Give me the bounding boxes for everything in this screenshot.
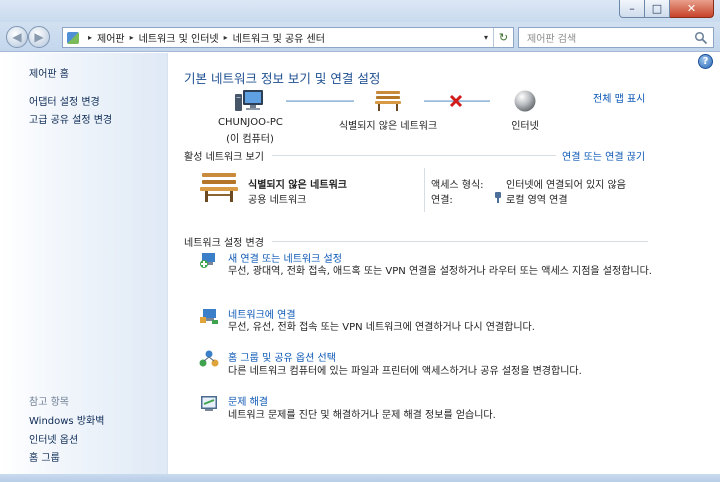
vertical-divider	[424, 168, 425, 212]
connect-network-icon[interactable]	[199, 306, 219, 326]
search-input[interactable]: 제어판 검색	[518, 27, 714, 48]
homegroup-sharing-icon[interactable]	[199, 349, 219, 369]
internet-globe-icon[interactable]	[513, 89, 537, 113]
computer-icon[interactable]	[234, 88, 266, 114]
window-title-bar: – □ ✕	[0, 0, 720, 22]
page-title: 기본 네트워크 정보 보기 및 연결 설정	[184, 71, 381, 86]
active-networks-heading: 활성 네트워크 보기	[184, 152, 264, 163]
bench-network-icon[interactable]	[374, 88, 402, 112]
breadcrumb-separator[interactable]: ▸	[130, 33, 134, 42]
section-divider	[272, 241, 648, 242]
navigation-bar: ◀ ▶ ▸ 제어판 ▸ 네트워크 및 인터넷 ▸ 네트워크 및 공유 센터 ▾ …	[0, 22, 720, 52]
change-settings-heading: 네트워크 설정 변경	[184, 238, 264, 249]
computer-name-label: CHUNJOO-PC	[218, 117, 283, 128]
map-internet-label: 인터넷	[511, 121, 539, 132]
refresh-icon[interactable]: ↻	[493, 28, 513, 47]
ethernet-plug-icon	[495, 192, 501, 203]
sidebar-link-windows-firewall[interactable]: Windows 방화벽	[29, 412, 104, 427]
breadcrumb-separator[interactable]: ▸	[88, 33, 92, 42]
local-area-connection-link[interactable]: 로컬 영역 연결	[506, 191, 568, 206]
sidebar-link-internet-options[interactable]: 인터넷 옵션	[29, 431, 78, 446]
setup-connection-description: 무선, 광대역, 전화 접속, 애드혹 또는 VPN 연결을 설정하거나 라우터…	[228, 266, 652, 277]
sidebar-link-control-panel-home[interactable]: 제어판 홈	[29, 65, 69, 80]
setup-connection-link[interactable]: 새 연결 또는 네트워크 설정	[228, 250, 342, 265]
troubleshoot-description: 네트워크 문제를 진단 및 해결하거나 문제 해결 정보를 얻습니다.	[228, 410, 496, 421]
network-location-type[interactable]: 공용 네트워크	[248, 191, 306, 206]
sidebar-link-advanced-sharing-settings[interactable]: 고급 공유 설정 변경	[29, 111, 112, 126]
connections-label: 연결:	[431, 195, 453, 206]
address-dropdown-icon[interactable]: ▾	[479, 33, 493, 42]
connect-to-network-description: 무선, 유선, 전화 접속 또는 VPN 네트워크에 연결하거나 다시 연결합니…	[228, 322, 535, 333]
search-icon[interactable]	[694, 31, 708, 45]
map-network-label: 식별되지 않은 네트워크	[338, 121, 438, 132]
access-type-value: 인터넷에 연결되어 있지 않음	[506, 180, 626, 191]
see-full-map-link[interactable]: 전체 맵 표시	[593, 90, 645, 105]
breadcrumb-separator[interactable]: ▸	[224, 33, 228, 42]
connect-to-network-link[interactable]: 네트워크에 연결	[228, 306, 296, 321]
troubleshoot-icon[interactable]	[199, 393, 219, 413]
homegroup-sharing-description: 다른 네트워크 컴퓨터에 있는 파일과 프린터에 액세스하거나 공유 설정을 변…	[228, 366, 582, 377]
maximize-button[interactable]: □	[645, 0, 670, 18]
setup-connection-icon[interactable]	[199, 250, 219, 270]
see-also-label: 참고 항목	[29, 397, 69, 408]
back-arrow-icon: ◀	[12, 30, 22, 44]
homegroup-sharing-link[interactable]: 홈 그룹 및 공유 옵션 선택	[228, 349, 336, 364]
disconnected-x-icon	[449, 94, 463, 108]
control-panel-icon	[67, 31, 79, 44]
forward-arrow-icon: ▶	[34, 30, 44, 44]
caption-buttons: – □ ✕	[619, 0, 714, 18]
connection-line	[286, 100, 354, 102]
connect-disconnect-link[interactable]: 연결 또는 연결 끊기	[562, 148, 645, 163]
back-button[interactable]: ◀	[6, 26, 28, 48]
breadcrumb-network-sharing-center[interactable]: 네트워크 및 공유 센터	[233, 30, 325, 45]
bench-network-large-icon[interactable]	[199, 170, 239, 204]
breadcrumb-control-panel[interactable]: 제어판	[97, 30, 125, 45]
close-button[interactable]: ✕	[670, 0, 714, 18]
window-bottom-frame	[0, 474, 720, 482]
minimize-button[interactable]: –	[619, 0, 645, 18]
breadcrumb-network-internet[interactable]: 네트워크 및 인터넷	[139, 30, 219, 45]
section-divider	[272, 155, 556, 156]
address-bar[interactable]: ▸ 제어판 ▸ 네트워크 및 인터넷 ▸ 네트워크 및 공유 센터 ▾ ↻	[62, 27, 514, 48]
access-type-label: 액세스 형식:	[431, 180, 484, 191]
forward-button[interactable]: ▶	[28, 26, 50, 48]
sidebar-link-change-adapter-settings[interactable]: 어댑터 설정 변경	[29, 93, 100, 108]
search-placeholder: 제어판 검색	[527, 34, 577, 45]
sidebar-link-homegroup[interactable]: 홈 그룹	[29, 449, 60, 464]
this-computer-label: (이 컴퓨터)	[226, 134, 274, 145]
active-network-name: 식별되지 않은 네트워크	[248, 180, 347, 191]
troubleshoot-link[interactable]: 문제 해결	[228, 393, 268, 408]
help-icon[interactable]: ?	[698, 54, 713, 69]
